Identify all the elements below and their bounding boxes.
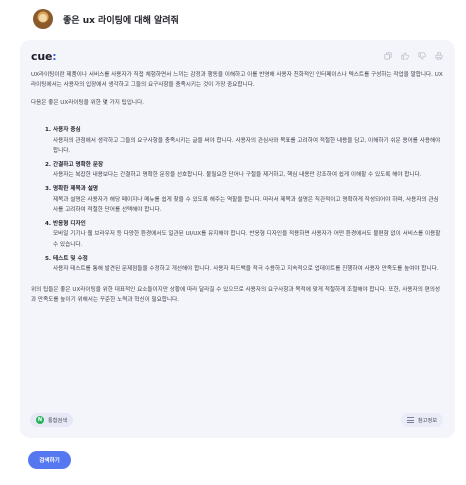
tip-text: 제목과 설명은 사용자가 해당 페이지나 메뉴를 쉽게 찾을 수 있도록 해주는… [53,196,439,214]
cue-logo-text: cue [31,49,53,63]
answer-closing: 위의 팁들은 좋은 UX라이팅을 위한 대표적인 요소들이지만 상황에 따라 달… [31,286,441,303]
user-message: 좋은 ux 라이팅에 대해 알려줘 [33,9,179,29]
naver-logo-icon: N [36,416,44,424]
list-item: 1. 사용자 중심 사용자의 관점에서 생각하고 그들의 요구사항을 충족시키는… [45,125,443,156]
list-item: 2. 간결하고 명확한 문장 사용자는 복잡한 내용보다는 간결하고 명확한 문… [45,160,443,181]
tip-title: 5. 테스트 및 수정 [45,255,88,262]
cue-logo-suffix: : [52,49,57,63]
tip-text: 모바일 기기나 웹 브라우저 등 다양한 환경에서도 일관된 UI/UX를 유지… [53,231,441,248]
integrated-search-label: 통합검색 [48,417,68,424]
tip-title: 3. 명확한 제목과 설명 [45,186,99,193]
answer-actions [384,52,443,60]
tip-title: 4. 반응형 디자인 [45,220,86,227]
answer-card: cue: UX라이팅이란 제품이나 서비스를 사용자가 직접 체험하면서 느끼는… [20,40,455,438]
copy-icon[interactable] [384,52,392,60]
tip-title: 1. 사용자 중심 [45,127,81,134]
answer-intro: UX라이팅이란 제품이나 서비스를 사용자가 직접 체험하면서 느끼는 감정과 … [31,72,443,89]
tip-text: 사용자 테스트를 통해 발견된 문제점들을 수정하고 개선해야 합니다. 사용자… [53,266,439,273]
list-item: 5. 테스트 및 수정 사용자 테스트를 통해 발견된 문제점들을 수정하고 개… [45,254,443,275]
list-icon [406,417,414,423]
reference-info-label: 참고정보 [417,417,437,424]
tip-text: 사용자의 관점에서 생각하고 그들의 요구사항을 충족시키는 글을 써야 합니다… [53,137,441,155]
list-item: 3. 명확한 제목과 설명 제목과 설명은 사용자가 해당 페이지나 메뉴를 쉽… [45,184,443,215]
thumbs-down-icon[interactable] [418,52,426,60]
answer-header: cue: [31,48,443,64]
answer-lead: 다음은 좋은 UX라이팅을 위한 몇 가지 팁입니다. [31,99,145,106]
integrated-search-chip[interactable]: N 통합검색 [30,413,74,427]
tips-list: 1. 사용자 중심 사용자의 관점에서 생각하고 그들의 요구사항을 충족시키는… [45,125,443,274]
thumbs-up-icon[interactable] [401,52,409,60]
cue-logo: cue: [31,49,57,63]
print-icon[interactable] [435,52,443,60]
chat-page: 좋은 ux 라이팅에 대해 알려줘 cue: UX라이팅이란 제품이나 서비스를… [0,0,466,485]
reference-info-chip[interactable]: 참고정보 [400,413,443,427]
tip-text: 사용자는 복잡한 내용보다는 간결하고 명확한 문장을 선호합니다. 불필요한 … [53,172,422,179]
user-avatar [33,9,53,29]
search-button[interactable]: 검색하기 [28,451,71,469]
answer-body: UX라이팅이란 제품이나 서비스를 사용자가 직접 체험하면서 느끼는 감정과 … [31,70,443,312]
list-item: 4. 반응형 디자인 모바일 기기나 웹 브라우저 등 다양한 환경에서도 일관… [45,219,443,250]
user-query-text: 좋은 ux 라이팅에 대해 알려줘 [63,15,179,26]
tip-title: 2. 간결하고 명확한 문장 [45,161,104,168]
